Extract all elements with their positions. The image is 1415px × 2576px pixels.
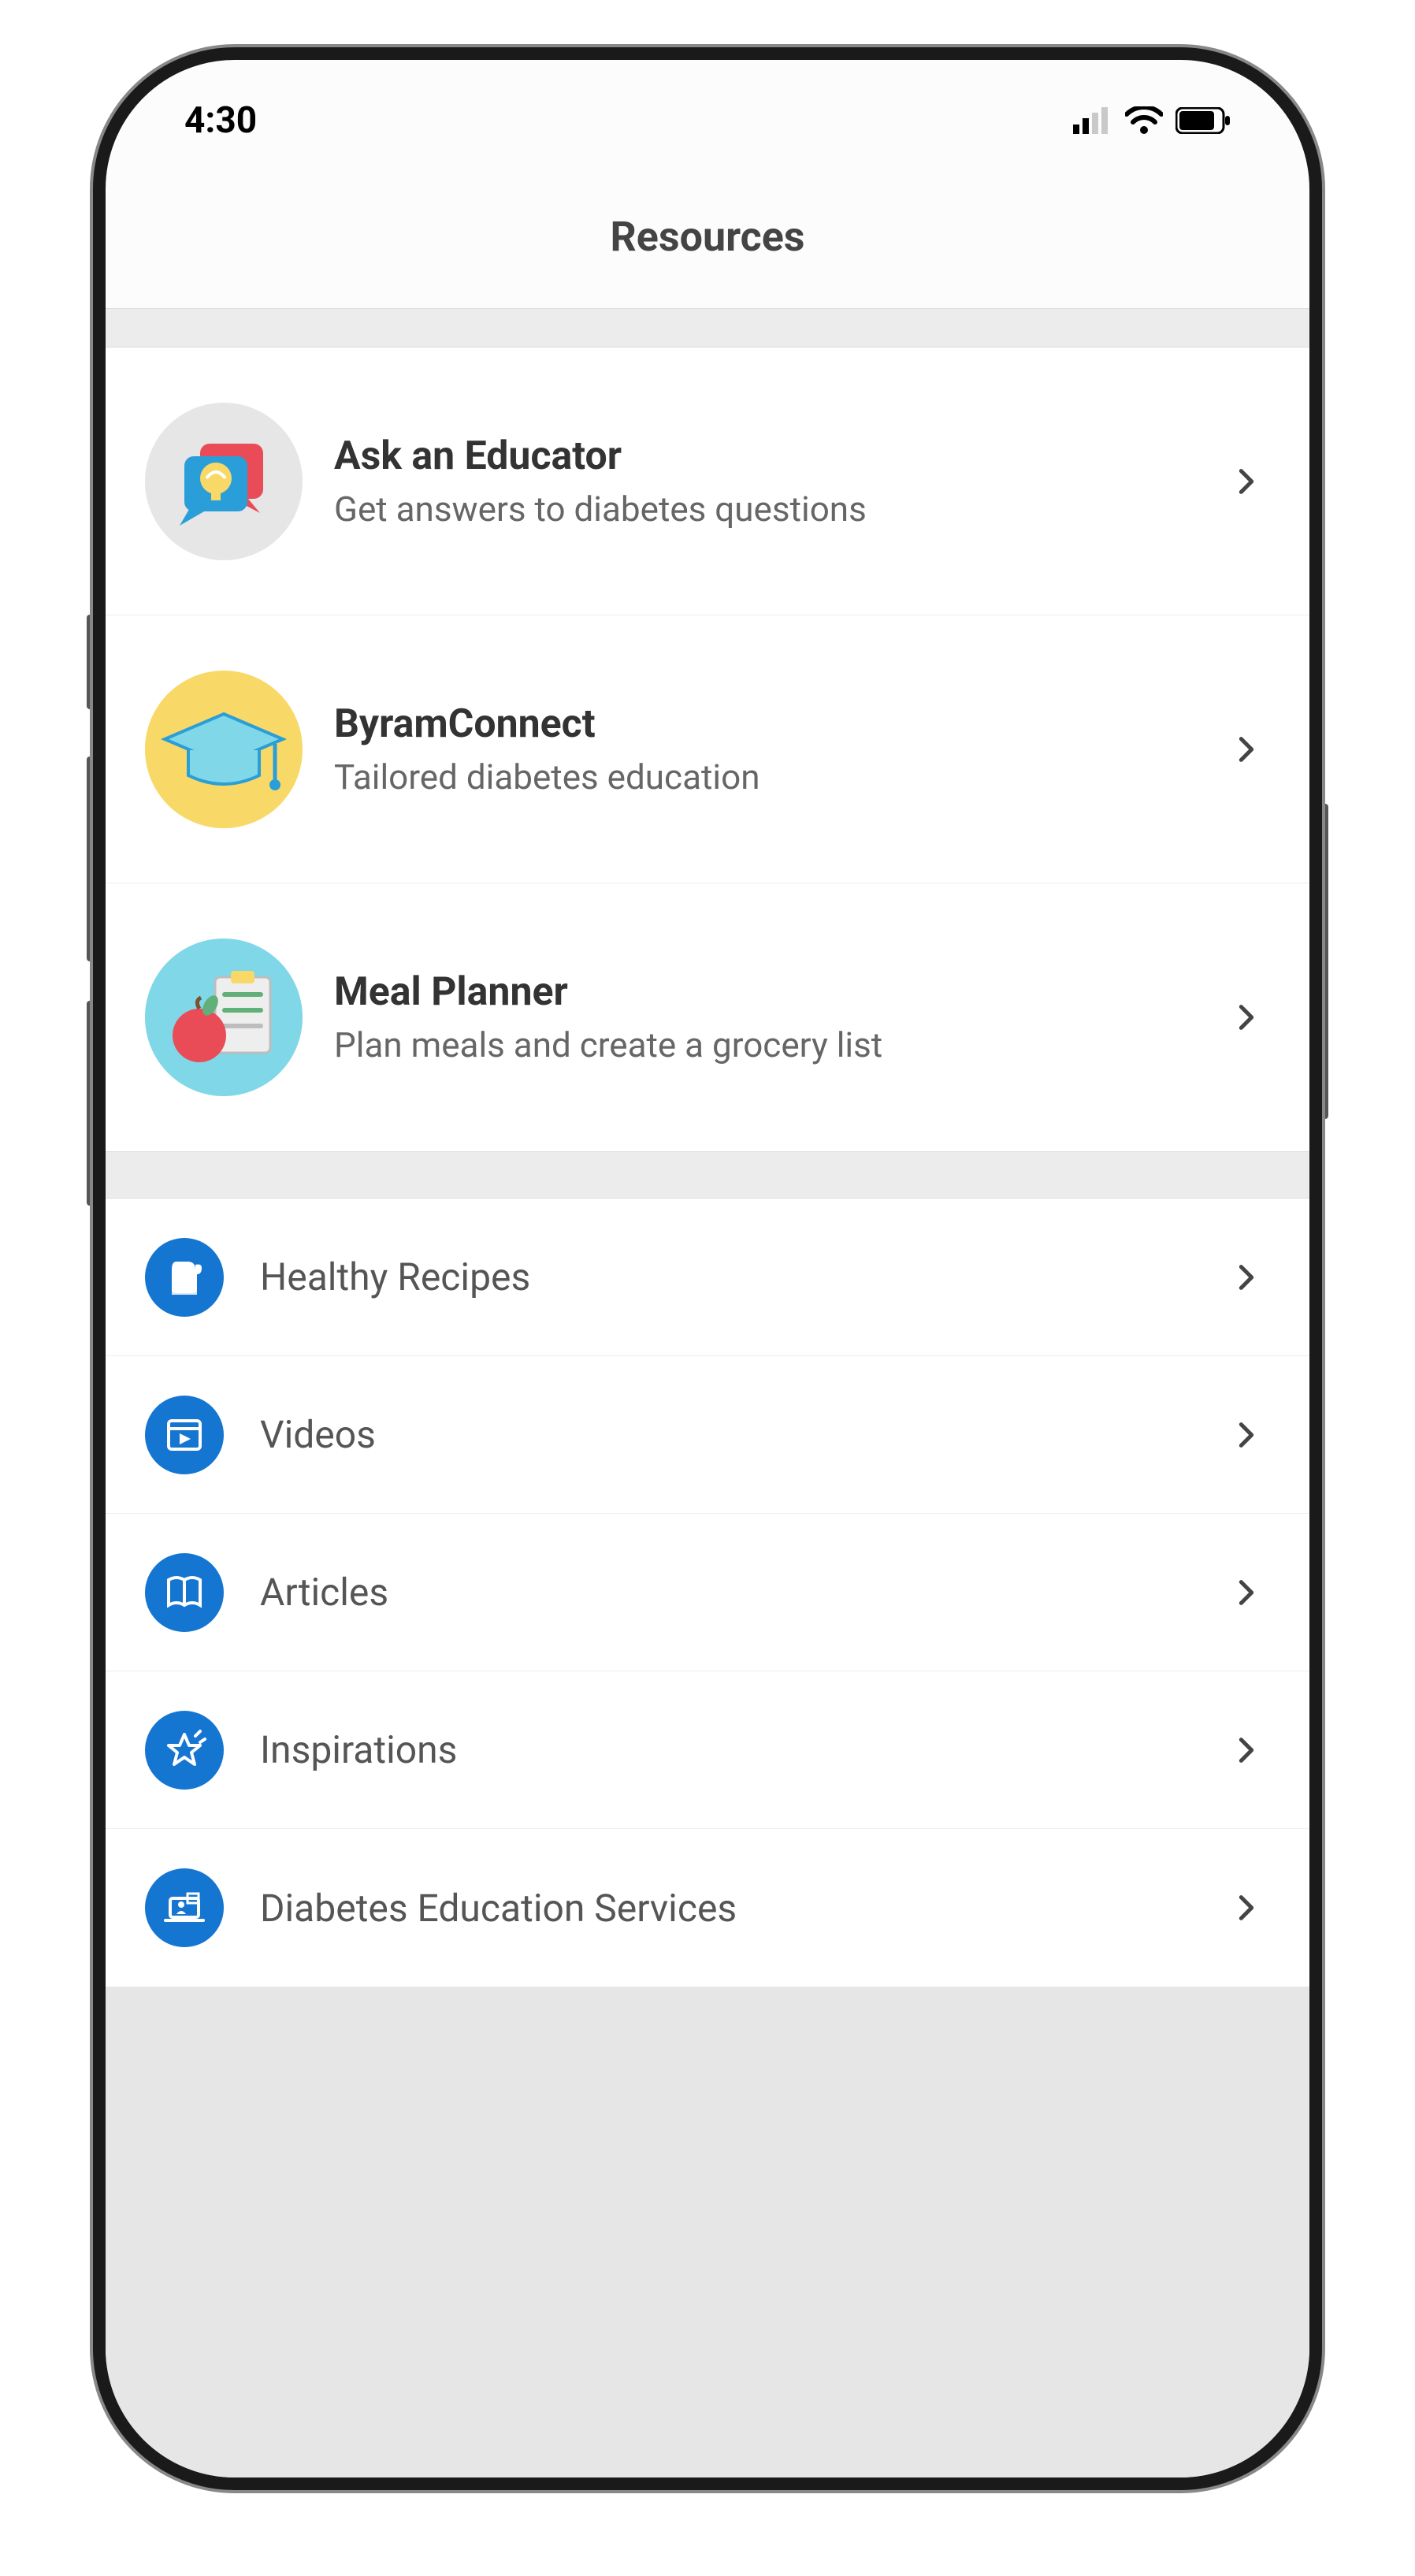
row-title: Ask an Educator [334,433,1199,479]
simple-list: Healthy Recipes Videos [106,1199,1309,1987]
chevron-right-icon [1231,1892,1262,1924]
chevron-right-icon [1231,1734,1262,1766]
row-label: Healthy Recipes [260,1255,1194,1299]
section-divider [106,1151,1309,1199]
chevron-right-icon [1231,1002,1262,1033]
graduation-cap-icon [145,671,303,828]
page-title: Resources [106,213,1309,261]
laptop-presentation-icon [145,1868,224,1947]
row-subtitle: Tailored diabetes education [334,756,1199,797]
chevron-right-icon [1231,1262,1262,1293]
row-subtitle: Plan meals and create a grocery list [334,1024,1199,1065]
wifi-icon [1125,106,1163,135]
row-title: ByramConnect [334,701,1199,747]
row-videos[interactable]: Videos [106,1356,1309,1514]
row-subtitle: Get answers to diabetes questions [334,489,1199,530]
row-label: Inspirations [260,1727,1194,1772]
row-title: Meal Planner [334,969,1199,1015]
chevron-right-icon [1231,1577,1262,1608]
section-divider [106,308,1309,348]
phone-frame: 4:30 [93,47,1322,2490]
row-inspirations[interactable]: Inspirations [106,1671,1309,1829]
battery-icon [1175,107,1231,134]
row-articles[interactable]: Articles [106,1514,1309,1671]
featured-list: Ask an Educator Get answers to diabetes … [106,348,1309,1151]
status-bar: 4:30 [106,60,1309,158]
chat-bubble-icon [145,403,303,560]
row-healthy-recipes[interactable]: Healthy Recipes [106,1199,1309,1356]
page-header: Resources [106,158,1309,308]
row-diabetes-education[interactable]: Diabetes Education Services [106,1829,1309,1987]
empty-area [106,1987,1309,2477]
book-icon [145,1553,224,1632]
row-label: Articles [260,1570,1194,1615]
video-icon [145,1396,224,1474]
row-byram-connect[interactable]: ByramConnect Tailored diabetes education [106,615,1309,883]
status-time: 4:30 [184,99,257,142]
row-label: Diabetes Education Services [260,1886,1194,1931]
row-label: Videos [260,1412,1194,1457]
row-meal-planner[interactable]: Meal Planner Plan meals and create a gro… [106,883,1309,1151]
chevron-right-icon [1231,734,1262,765]
meal-planner-icon [145,939,303,1096]
status-indicators [1073,106,1231,135]
row-ask-educator[interactable]: Ask an Educator Get answers to diabetes … [106,348,1309,615]
cellular-icon [1073,107,1112,134]
chevron-right-icon [1231,1419,1262,1451]
star-icon [145,1711,224,1790]
chevron-right-icon [1231,466,1262,497]
oven-mitt-icon [145,1238,224,1317]
